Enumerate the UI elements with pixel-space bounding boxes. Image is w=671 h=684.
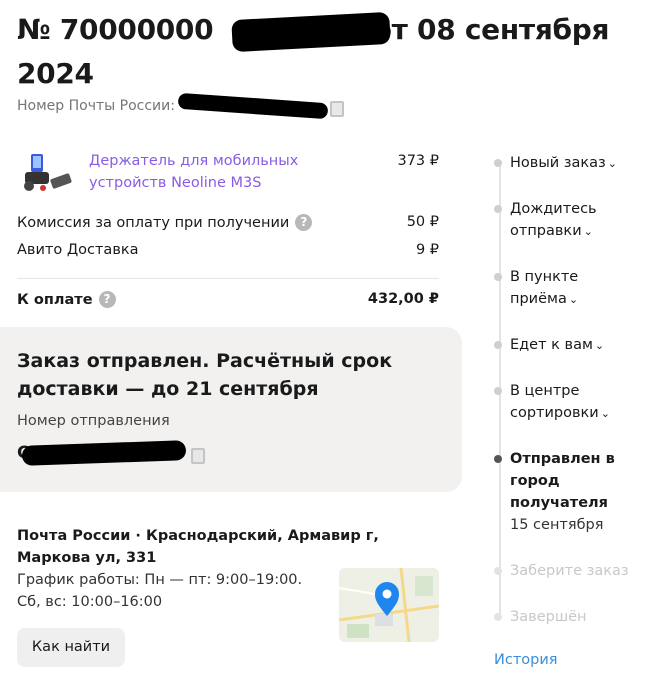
total-label: К оплате [17,292,93,308]
step-label: Новый заказ [510,155,606,171]
question-icon[interactable]: ? [295,214,313,231]
pickup-address: Почта России · Краснодарский, Армавир г,… [17,528,379,566]
total-value: 432,00 ₽ [367,291,439,307]
copy-icon[interactable] [330,101,344,117]
redaction-mark [21,440,187,466]
step-label: Заберите заказ [510,563,629,579]
commission-row: Комиссия за оплату при получении? 50 ₽ [17,214,439,231]
order-year: 2024 [17,57,94,90]
step-label: Завершён [510,609,587,625]
step-dot [494,613,502,621]
product-price: 373 ₽ [397,153,439,169]
delivery-label: Авито Доставка [17,242,139,258]
how-to-find-button[interactable]: Как найти [17,628,125,667]
step-dot [494,159,502,167]
chevron-down-icon[interactable]: ⌄ [595,339,604,352]
chevron-down-icon[interactable]: ⌄ [601,407,610,420]
commission-value: 50 ₽ [406,214,439,230]
step-dot [494,455,502,463]
question-icon[interactable]: ? [98,291,116,308]
step-dot [494,567,502,575]
step-dot [494,387,502,395]
shipment-status-card: Заказ отправлен. Расчётный срок доставки… [0,327,462,492]
delivery-row: Авито Доставка 9 ₽ [17,242,439,258]
hours-weekend: Сб, вс: 10:00–16:00 [17,594,163,610]
step-label: Едет к вам [510,337,593,353]
step-dot [494,205,502,213]
history-link[interactable]: История [494,652,558,668]
map-thumbnail[interactable] [339,568,439,642]
product-image[interactable] [17,150,75,194]
order-date: от 08 сентября [363,13,610,46]
hours-weekdays: График работы: Пн — пт: 9:00–19:00. [17,572,303,588]
order-number: № 70000000 [17,13,214,46]
step-dot [494,273,502,281]
redaction-mark [177,92,329,120]
chevron-down-icon[interactable]: ⌄ [608,157,617,170]
divider [17,278,439,279]
delivery-value: 9 ₽ [415,242,439,258]
step-date: 15 сентября [510,517,604,533]
shipment-status-title: Заказ отправлен. Расчётный срок доставки… [17,350,393,400]
step-label: В центре сортировки [510,383,599,421]
step-dot [494,341,502,349]
step-label: В пункте приёма [510,269,579,307]
pickup-hours: График работы: Пн — пт: 9:00–19:00. Сб, … [17,569,317,613]
product-name-link[interactable]: Держатель для мобильных устройств Neolin… [89,150,379,194]
step-label: Отправлен в город получателя [510,451,615,511]
chevron-down-icon[interactable]: ⌄ [584,225,593,238]
tracking-label: Номер отправления [17,413,170,429]
copy-icon[interactable] [191,448,205,464]
commission-label: Комиссия за оплату при получении [17,215,290,231]
total-row: К оплате? 432,00 ₽ [17,291,439,308]
chevron-down-icon[interactable]: ⌄ [569,293,578,306]
post-number-label: Номер Почты России: [17,98,175,114]
